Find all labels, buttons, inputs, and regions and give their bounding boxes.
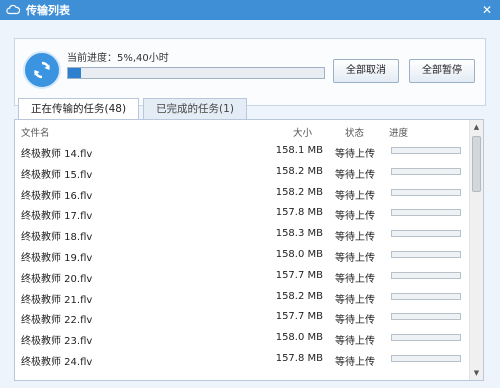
- file-progress-bar: [391, 354, 461, 362]
- file-name: 终极教师 22.flv: [21, 315, 93, 327]
- file-size: 158.3 MB: [275, 228, 323, 240]
- file-status: 等待上传: [335, 149, 375, 160]
- header-filename[interactable]: 文件名: [21, 125, 50, 139]
- file-name: 终极教师 23.flv: [21, 336, 93, 348]
- list-item[interactable]: 终极教师 15.flv 158.2 MB 等待上传: [15, 161, 470, 182]
- file-name: 终极教师 21.flv: [21, 294, 93, 306]
- file-progress-bar: [391, 271, 461, 279]
- file-progress-bar: [391, 250, 461, 258]
- scroll-up-arrow-icon[interactable]: ▲: [470, 120, 483, 134]
- list-item[interactable]: 终极教师 19.flv 158.0 MB 等待上传: [15, 244, 470, 265]
- pause-all-button[interactable]: 全部暂停: [409, 59, 475, 83]
- tab-bar: 正在传输的任务(48) 已完成的任务(1): [18, 98, 251, 120]
- file-status: 等待上传: [335, 315, 375, 327]
- file-progress-bar: [391, 167, 461, 175]
- file-name: 终极教师 17.flv: [21, 211, 93, 223]
- overall-progress-fill: [68, 68, 81, 78]
- file-status: 等待上传: [335, 356, 375, 368]
- file-name: 终极教师 16.flv: [21, 190, 93, 202]
- vertical-scrollbar[interactable]: ▲ ▼: [469, 120, 483, 380]
- cloud-icon: [6, 4, 20, 15]
- overall-progress-bar: [67, 67, 325, 79]
- list-item[interactable]: 终极教师 14.flv 158.1 MB 等待上传: [15, 140, 470, 161]
- file-size: 157.7 MB: [275, 269, 323, 281]
- current-progress-label: 当前进度：5%,40小时: [67, 53, 169, 64]
- list-item[interactable]: 终极教师 24.flv 157.8 MB 等待上传: [15, 348, 470, 369]
- file-status: 等待上传: [335, 336, 375, 348]
- file-status: 等待上传: [335, 294, 375, 306]
- tab-completed[interactable]: 已完成的任务(1): [143, 98, 247, 120]
- header-progress[interactable]: 进度: [389, 125, 408, 139]
- list-item[interactable]: 终极教师 23.flv 158.0 MB 等待上传: [15, 327, 470, 348]
- file-status: 等待上传: [335, 169, 375, 181]
- window-title: 传输列表: [26, 4, 70, 17]
- close-icon[interactable]: ✕: [480, 3, 494, 17]
- list-item[interactable]: 终极教师 16.flv 158.2 MB 等待上传: [15, 182, 470, 203]
- file-status: 等待上传: [335, 252, 375, 264]
- file-size: 158.2 MB: [275, 186, 323, 198]
- title-bar: 传输列表 ✕: [0, 0, 500, 20]
- header-status[interactable]: 状态: [345, 125, 364, 139]
- tab-in-progress[interactable]: 正在传输的任务(48): [18, 98, 140, 120]
- file-progress-bar: [391, 188, 461, 196]
- transfer-window: 当前进度：5%,40小时 全部取消 全部暂停 正在传输的任务(48) 已完成的任…: [0, 20, 500, 388]
- overall-progress-panel: 当前进度：5%,40小时 全部取消 全部暂停: [14, 38, 486, 106]
- file-name: 终极教师 18.flv: [21, 232, 93, 244]
- header-size[interactable]: 大小: [293, 125, 312, 139]
- list-item[interactable]: 终极教师 18.flv 158.3 MB 等待上传: [15, 223, 470, 244]
- list-item[interactable]: 终极教师 20.flv 157.7 MB 等待上传: [15, 265, 470, 286]
- list-item[interactable]: 终极教师 21.flv 158.2 MB 等待上传: [15, 286, 470, 307]
- transfer-list: 文件名 大小 状态 进度 终极教师 14.flv 158.1 MB 等待上传 终极教师…: [14, 119, 484, 381]
- file-progress-bar: [391, 334, 461, 342]
- file-size: 158.0 MB: [275, 248, 323, 260]
- file-size: 157.8 MB: [275, 207, 323, 219]
- cancel-all-button[interactable]: 全部取消: [333, 59, 399, 83]
- file-size: 158.2 MB: [275, 165, 323, 177]
- list-item[interactable]: 终极教师 17.flv 157.8 MB 等待上传: [15, 202, 470, 223]
- file-size: 158.0 MB: [275, 332, 323, 344]
- list-header: 文件名 大小 状态 进度: [15, 120, 470, 140]
- file-size: 158.2 MB: [275, 290, 323, 302]
- file-size: 158.1 MB: [275, 145, 323, 156]
- file-progress-bar: [391, 147, 461, 154]
- file-progress-bar: [391, 230, 461, 238]
- file-status: 等待上传: [335, 273, 375, 285]
- file-size: 157.8 MB: [275, 352, 323, 364]
- file-size: 157.7 MB: [275, 311, 323, 323]
- scroll-thumb[interactable]: [472, 136, 481, 192]
- list-rows: 终极教师 14.flv 158.1 MB 等待上传 终极教师 15.flv 158.2 …: [15, 140, 470, 369]
- file-progress-bar: [391, 292, 461, 300]
- file-name: 终极教师 20.flv: [21, 273, 93, 285]
- file-name: 终极教师 24.flv: [21, 356, 93, 368]
- file-progress-bar: [391, 209, 461, 217]
- file-name: 终极教师 15.flv: [21, 169, 93, 181]
- file-name: 终极教师 19.flv: [21, 252, 93, 264]
- sync-icon: [23, 51, 61, 89]
- file-status: 等待上传: [335, 190, 375, 202]
- list-item[interactable]: 终极教师 22.flv 157.7 MB 等待上传: [15, 306, 470, 327]
- file-progress-bar: [391, 313, 461, 321]
- scroll-down-arrow-icon[interactable]: ▼: [470, 366, 483, 380]
- file-status: 等待上传: [335, 211, 375, 223]
- file-status: 等待上传: [335, 232, 375, 244]
- file-name: 终极教师 14.flv: [21, 149, 93, 160]
